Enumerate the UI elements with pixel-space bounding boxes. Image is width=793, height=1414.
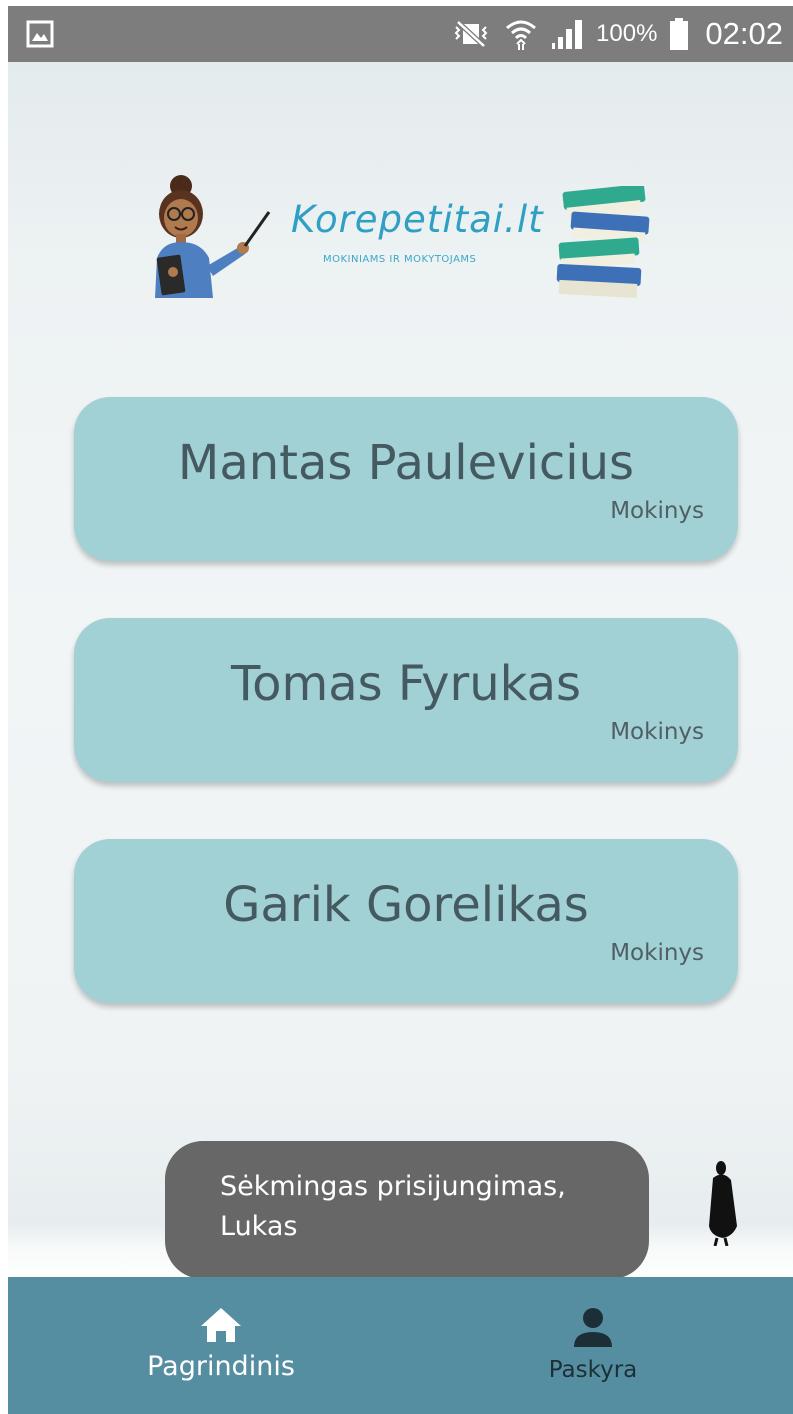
nav-item-account[interactable]: Paskyra — [443, 1277, 743, 1414]
logo-title: Korepetitai.lt — [291, 198, 544, 241]
signal-icon — [552, 20, 583, 49]
student-role: Mokinys — [610, 719, 704, 745]
student-name: Garik Gorelikas — [223, 877, 589, 933]
toast-message: Sėkmingas prisijungimas, Lukas — [165, 1141, 649, 1279]
app-logo: Korepetitai.lt MOKINIAMS IR MOKYTOJAMS — [143, 166, 653, 301]
student-card-1[interactable]: Mantas Paulevicius Mokinys — [74, 397, 738, 561]
toast-text: Sėkmingas prisijungimas, Lukas — [220, 1171, 566, 1242]
battery-icon — [670, 18, 689, 50]
bottom-navigation: Pagrindinis Paskyra — [8, 1277, 793, 1414]
battery-percent: 100% — [596, 20, 658, 47]
teacher-illustration — [155, 175, 271, 298]
status-time: 02:02 — [705, 16, 783, 51]
student-card-2[interactable]: Tomas Fyrukas Mokinys — [74, 618, 738, 782]
nav-label-home: Pagrindinis — [147, 1351, 295, 1382]
gallery-notification-icon — [26, 20, 54, 48]
logo-subtitle: MOKINIAMS IR MOKYTOJAMS — [323, 254, 477, 265]
status-bar: 100% 02:02 — [8, 6, 793, 62]
student-role: Mokinys — [610, 940, 704, 966]
person-icon — [574, 1308, 612, 1347]
student-name: Mantas Paulevicius — [177, 435, 635, 491]
student-role: Mokinys — [610, 498, 704, 524]
student-card-3[interactable]: Garik Gorelikas Mokinys — [74, 839, 738, 1003]
nav-item-home[interactable]: Pagrindinis — [71, 1277, 371, 1414]
penguin-silhouette — [709, 1161, 737, 1246]
mute-vibrate-icon — [454, 20, 488, 48]
books-illustration — [556, 186, 650, 298]
home-icon — [201, 1308, 241, 1342]
app-screen: 100% 02:02 Korepetitai.lt MOKINIAMS IR M… — [8, 6, 793, 1414]
student-name: Tomas Fyrukas — [230, 656, 582, 712]
nav-label-account: Paskyra — [548, 1357, 638, 1383]
wifi-icon — [506, 20, 537, 50]
